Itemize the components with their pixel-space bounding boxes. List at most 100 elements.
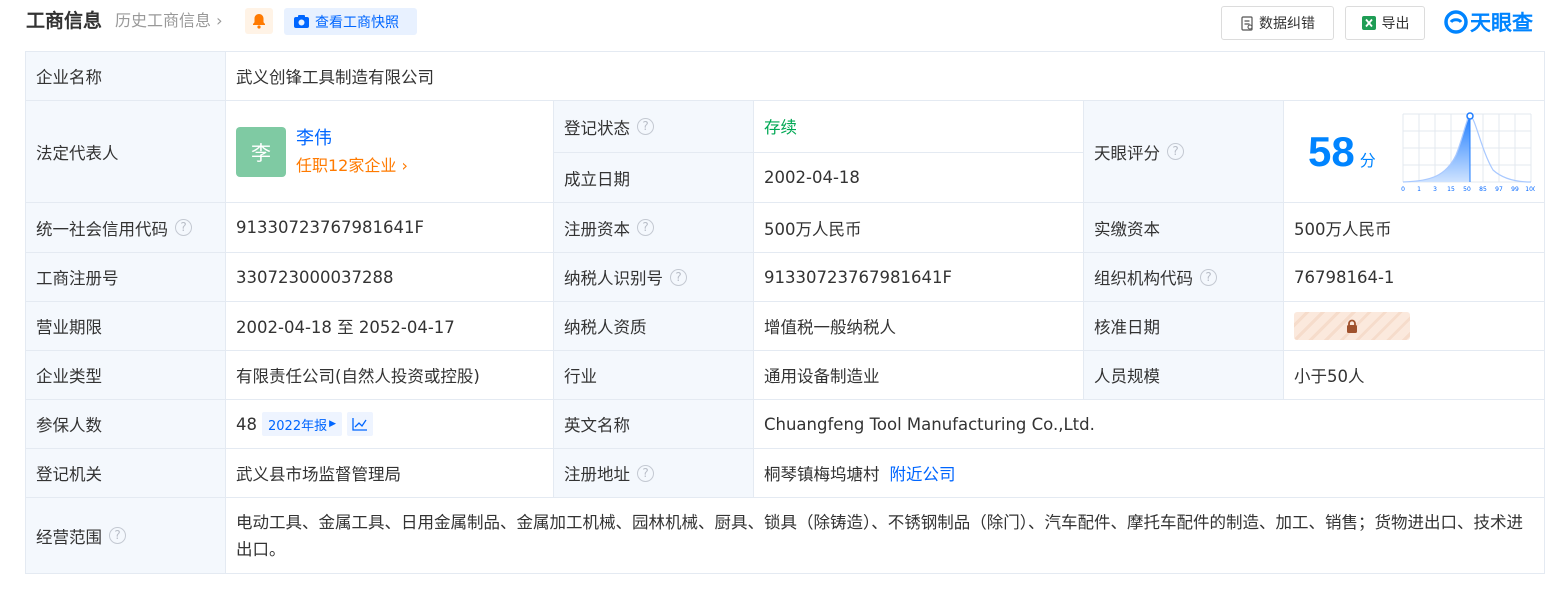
chevron-right-icon: › [401, 155, 408, 175]
help-icon[interactable]: ? [637, 464, 654, 482]
tianyancha-logo[interactable]: 天眼查 [1444, 8, 1533, 36]
label-text: 注册资本 [564, 219, 630, 239]
established-text: 2002-04-18 [764, 168, 860, 187]
label-established: 成立日期 [554, 153, 754, 203]
label-company-type: 企业类型 [26, 351, 226, 400]
logo-text: 天眼查 [1470, 11, 1533, 35]
tianyan-score-value[interactable]: 58 分 0 1 3 15 50 85 97 99 100 [1284, 101, 1545, 203]
legal-rep-roles-link[interactable]: 任职12家企业 › [296, 152, 408, 179]
staff-size-value: 小于50人 [1284, 351, 1545, 400]
label-reg-address: 注册地址? [554, 449, 754, 498]
credit-code-text: 91330723767981641F [236, 218, 424, 237]
reg-address-text: 桐琴镇梅坞塘村 [764, 465, 880, 484]
label-text: 统一社会信用代码 [36, 219, 168, 239]
biz-reg-no-value: 330723000037288 [226, 253, 554, 302]
line-chart-icon [352, 418, 368, 431]
score-number: 58 [1308, 127, 1355, 175]
label-text: 纳税人资质 [564, 318, 647, 337]
camera-icon [294, 15, 309, 28]
label-text: 营业期限 [36, 318, 102, 337]
term-value: 2002-04-18 至 2052-04-17 [226, 302, 554, 351]
score-tick: 85 [1479, 186, 1487, 193]
label-text: 经营范围 [36, 527, 102, 547]
english-name-value: Chuangfeng Tool Manufacturing Co.,Ltd. [754, 400, 1545, 449]
label-reg-status: 登记状态? [554, 101, 754, 153]
label-tianyan-score: 天眼评分? [1084, 101, 1284, 203]
label-reg-capital: 注册资本? [554, 203, 754, 253]
snapshot-button[interactable]: 查看工商快照 [284, 8, 417, 35]
label-company-name: 企业名称 [26, 52, 226, 101]
help-icon[interactable]: ? [1167, 143, 1184, 160]
legal-rep-name-link[interactable]: 李伟 [296, 125, 408, 152]
insured-value: 48 2022年报 ▶ [226, 400, 554, 449]
help-icon[interactable]: ? [637, 219, 654, 236]
trend-chart-button[interactable] [347, 412, 374, 436]
label-english-name: 英文名称 [554, 400, 754, 449]
score-tick: 99 [1511, 186, 1519, 193]
label-scope: 经营范围? [26, 498, 226, 574]
monitor-bell-button[interactable] [245, 8, 273, 34]
chevron-right-icon: › [216, 11, 223, 30]
biz-reg-no-text: 330723000037288 [236, 267, 394, 287]
history-link-label[interactable]: 历史工商信息 [115, 11, 211, 30]
registry-value: 武义县市场监督管理局 [226, 449, 554, 498]
help-icon[interactable]: ? [1200, 268, 1217, 286]
snapshot-button-label: 查看工商快照 [315, 14, 399, 31]
history-link[interactable]: 历史工商信息 › [115, 9, 223, 33]
label-taxpayer-qual: 纳税人资质 [554, 302, 754, 351]
label-approval-date: 核准日期 [1084, 302, 1284, 351]
label-insured: 参保人数 [26, 400, 226, 449]
data-correction-button[interactable]: 数据纠错 [1221, 6, 1334, 40]
avatar[interactable]: 李 [236, 126, 286, 177]
score-tick: 3 [1433, 186, 1437, 193]
business-info-table: 企业名称 武义创锋工具制造有限公司 法定代表人 李 李伟 任职12家企业 › 登… [25, 51, 1545, 574]
export-button[interactable]: 导出 [1345, 6, 1425, 40]
help-icon[interactable]: ? [670, 268, 687, 286]
annual-report-tag[interactable]: 2022年报 ▶ [262, 412, 343, 436]
approval-date-value [1284, 302, 1545, 351]
label-paid-capital: 实缴资本 [1084, 203, 1284, 253]
nearby-companies-link[interactable]: 附近公司 [890, 461, 956, 485]
score-tick: 0 [1401, 186, 1405, 193]
label-taxpayer-id: 纳税人识别号? [554, 253, 754, 302]
org-code-text: 76798164-1 [1294, 267, 1395, 287]
established-value: 2002-04-18 [754, 153, 1084, 203]
paid-capital-value: 500万人民币 [1284, 203, 1545, 253]
score-tick: 15 [1447, 186, 1455, 193]
help-icon[interactable]: ? [637, 118, 654, 135]
staff-size-text: 小于50人 [1294, 367, 1365, 386]
taxpayer-id-value: 91330723767981641F [754, 253, 1084, 302]
score-tick: 50 [1463, 186, 1471, 193]
data-correction-label: 数据纠错 [1259, 16, 1315, 32]
english-name-text: Chuangfeng Tool Manufacturing Co.,Ltd. [764, 414, 1095, 434]
insured-count: 48 [236, 414, 257, 434]
term-text: 2002-04-18 至 2052-04-17 [236, 318, 455, 337]
legal-rep-card: 李 李伟 任职12家企业 › [236, 125, 408, 179]
reg-address-value: 桐琴镇梅坞塘村 附近公司 [754, 449, 1545, 498]
taxpayer-qual-text: 增值税一般纳税人 [764, 318, 896, 337]
excel-icon [1361, 16, 1376, 30]
section-title: 工商信息 [26, 10, 103, 32]
vip-locked-field[interactable] [1294, 312, 1410, 340]
reg-status-text: 存续 [764, 118, 797, 137]
label-staff-size: 人员规模 [1084, 351, 1284, 400]
credit-code-value: 91330723767981641F [226, 203, 554, 253]
help-icon[interactable]: ? [109, 527, 126, 544]
help-icon[interactable]: ? [175, 219, 192, 236]
label-biz-reg-no: 工商注册号 [26, 253, 226, 302]
reg-capital-text: 500万人民币 [764, 219, 862, 239]
legal-rep-text: 李伟 任职12家企业 › [296, 125, 408, 179]
org-code-value: 76798164-1 [1284, 253, 1545, 302]
scope-value: 电动工具、金属工具、日用金属制品、金属加工机械、园林机械、厨具、锁具（除铸造）、… [226, 498, 1545, 574]
annual-report-tag-label: 2022年报 [268, 418, 328, 434]
company-name-text: 武义创锋工具制造有限公司 [236, 68, 434, 87]
score-unit: 分 [1359, 150, 1376, 170]
score-tick: 1 [1417, 186, 1421, 193]
label-text: 工商注册号 [36, 269, 119, 288]
label-text: 登记状态 [564, 118, 630, 138]
label-credit-code: 统一社会信用代码? [26, 203, 226, 253]
score-tick: 97 [1495, 186, 1503, 193]
label-text: 天眼评分 [1094, 143, 1160, 163]
label-text: 成立日期 [564, 169, 630, 189]
company-name-value: 武义创锋工具制造有限公司 [226, 52, 1545, 101]
